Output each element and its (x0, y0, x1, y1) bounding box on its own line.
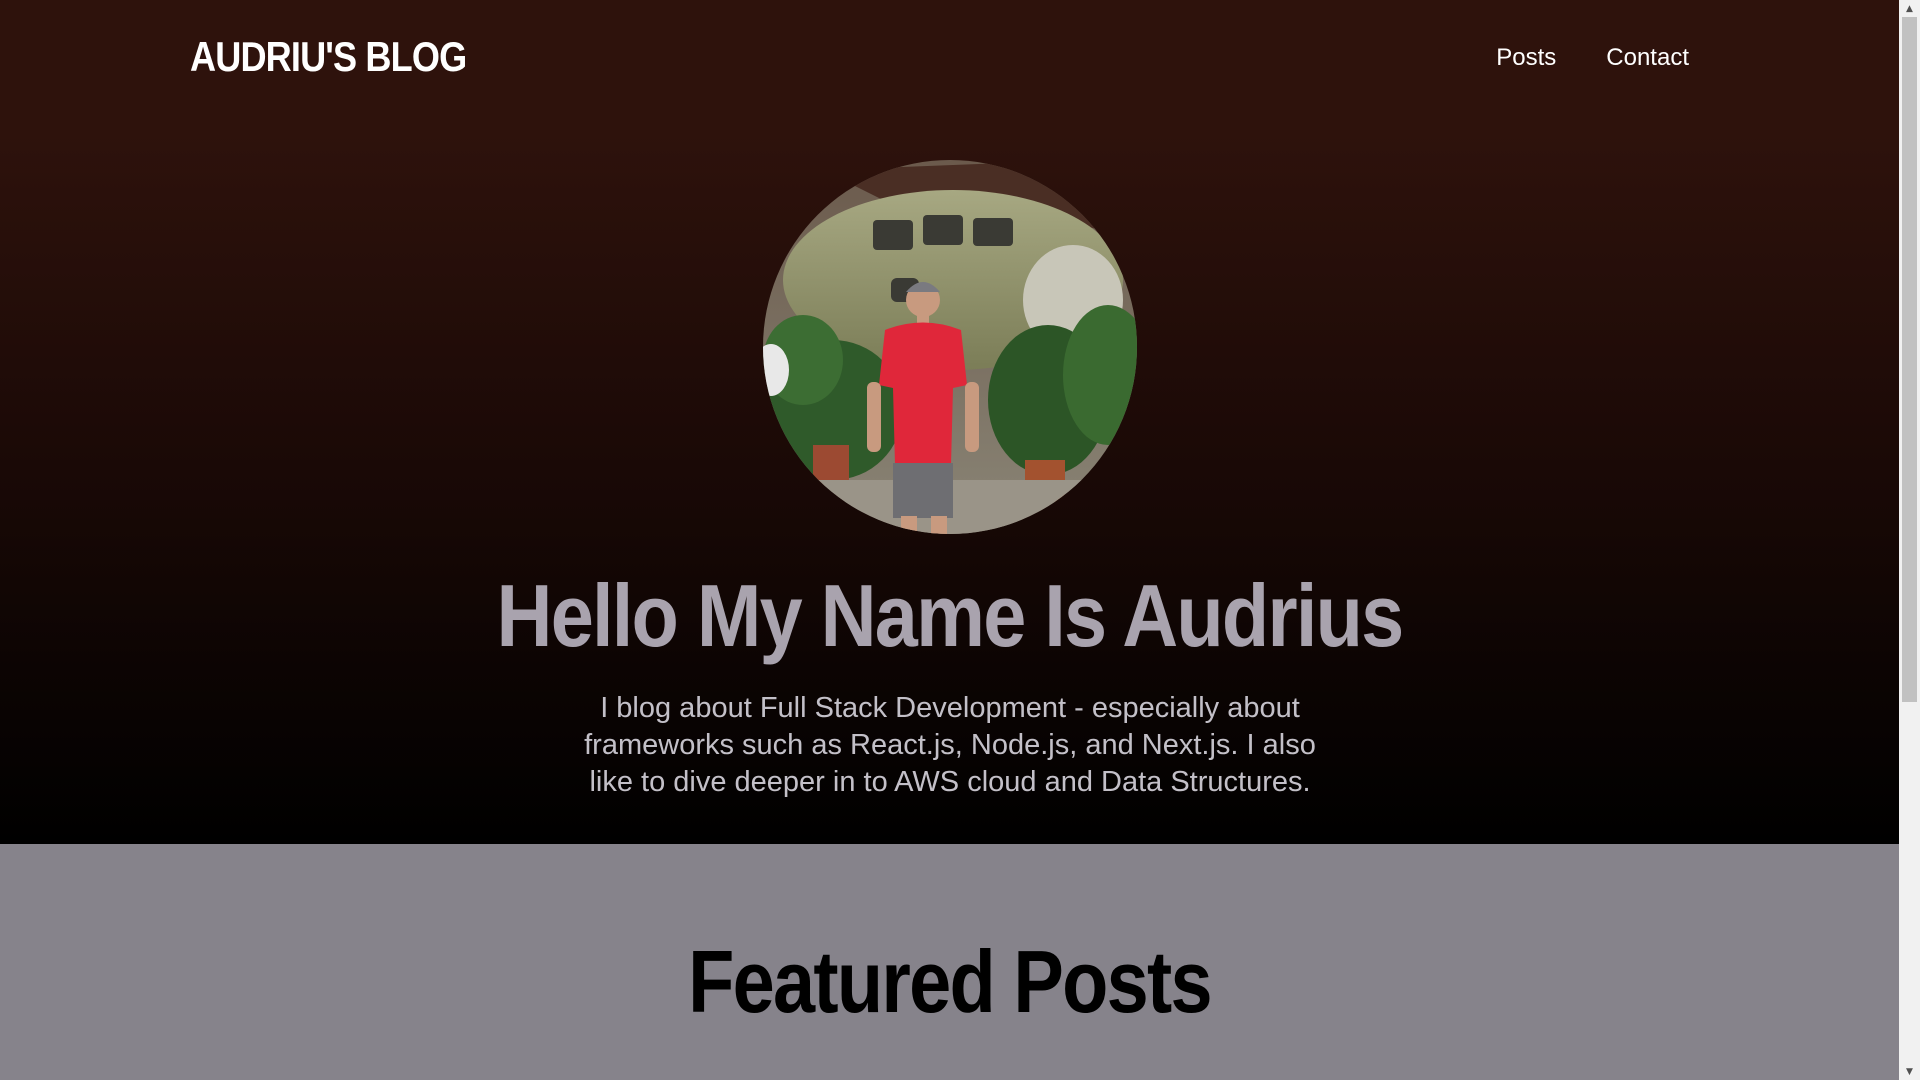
plane-window (973, 218, 1013, 246)
hero-title: Hello My Name Is Audrius (496, 566, 1405, 665)
person-arm (965, 382, 979, 452)
avatar-photo (763, 160, 1137, 534)
browser-viewport: AUDRIU'S BLOG Posts Contact Hello My Nam… (0, 0, 1920, 1080)
plane-window (873, 220, 913, 250)
profile-avatar (763, 160, 1137, 534)
main-nav: Posts Contact (1496, 44, 1689, 72)
scroll-down-arrow-icon[interactable]: ▼ (1899, 1063, 1920, 1080)
nav-link-contact[interactable]: Contact (1606, 44, 1689, 72)
nav-link-posts[interactable]: Posts (1496, 44, 1556, 72)
hero-description: I blog about Full Stack Development - es… (584, 692, 1316, 798)
scrollbar-thumb[interactable] (1902, 17, 1917, 702)
person-leg (931, 516, 947, 534)
page: AUDRIU'S BLOG Posts Contact Hello My Nam… (0, 0, 1899, 1080)
featured-posts-title: Featured Posts (688, 932, 1212, 1031)
scroll-up-arrow-icon[interactable]: ▲ (1899, 0, 1920, 17)
person-leg (901, 516, 917, 534)
person-arm (867, 382, 881, 452)
vertical-scrollbar[interactable]: ▲ ▼ (1899, 0, 1920, 1080)
hero-section: AUDRIU'S BLOG Posts Contact Hello My Nam… (0, 0, 1899, 844)
featured-posts-section: Featured Posts (0, 844, 1899, 1080)
site-logo[interactable]: AUDRIU'S BLOG (190, 33, 467, 81)
site-header: AUDRIU'S BLOG Posts Contact (0, 0, 1899, 120)
plant-pot (813, 445, 849, 485)
person-shorts (893, 463, 953, 518)
plane-window (923, 215, 963, 245)
